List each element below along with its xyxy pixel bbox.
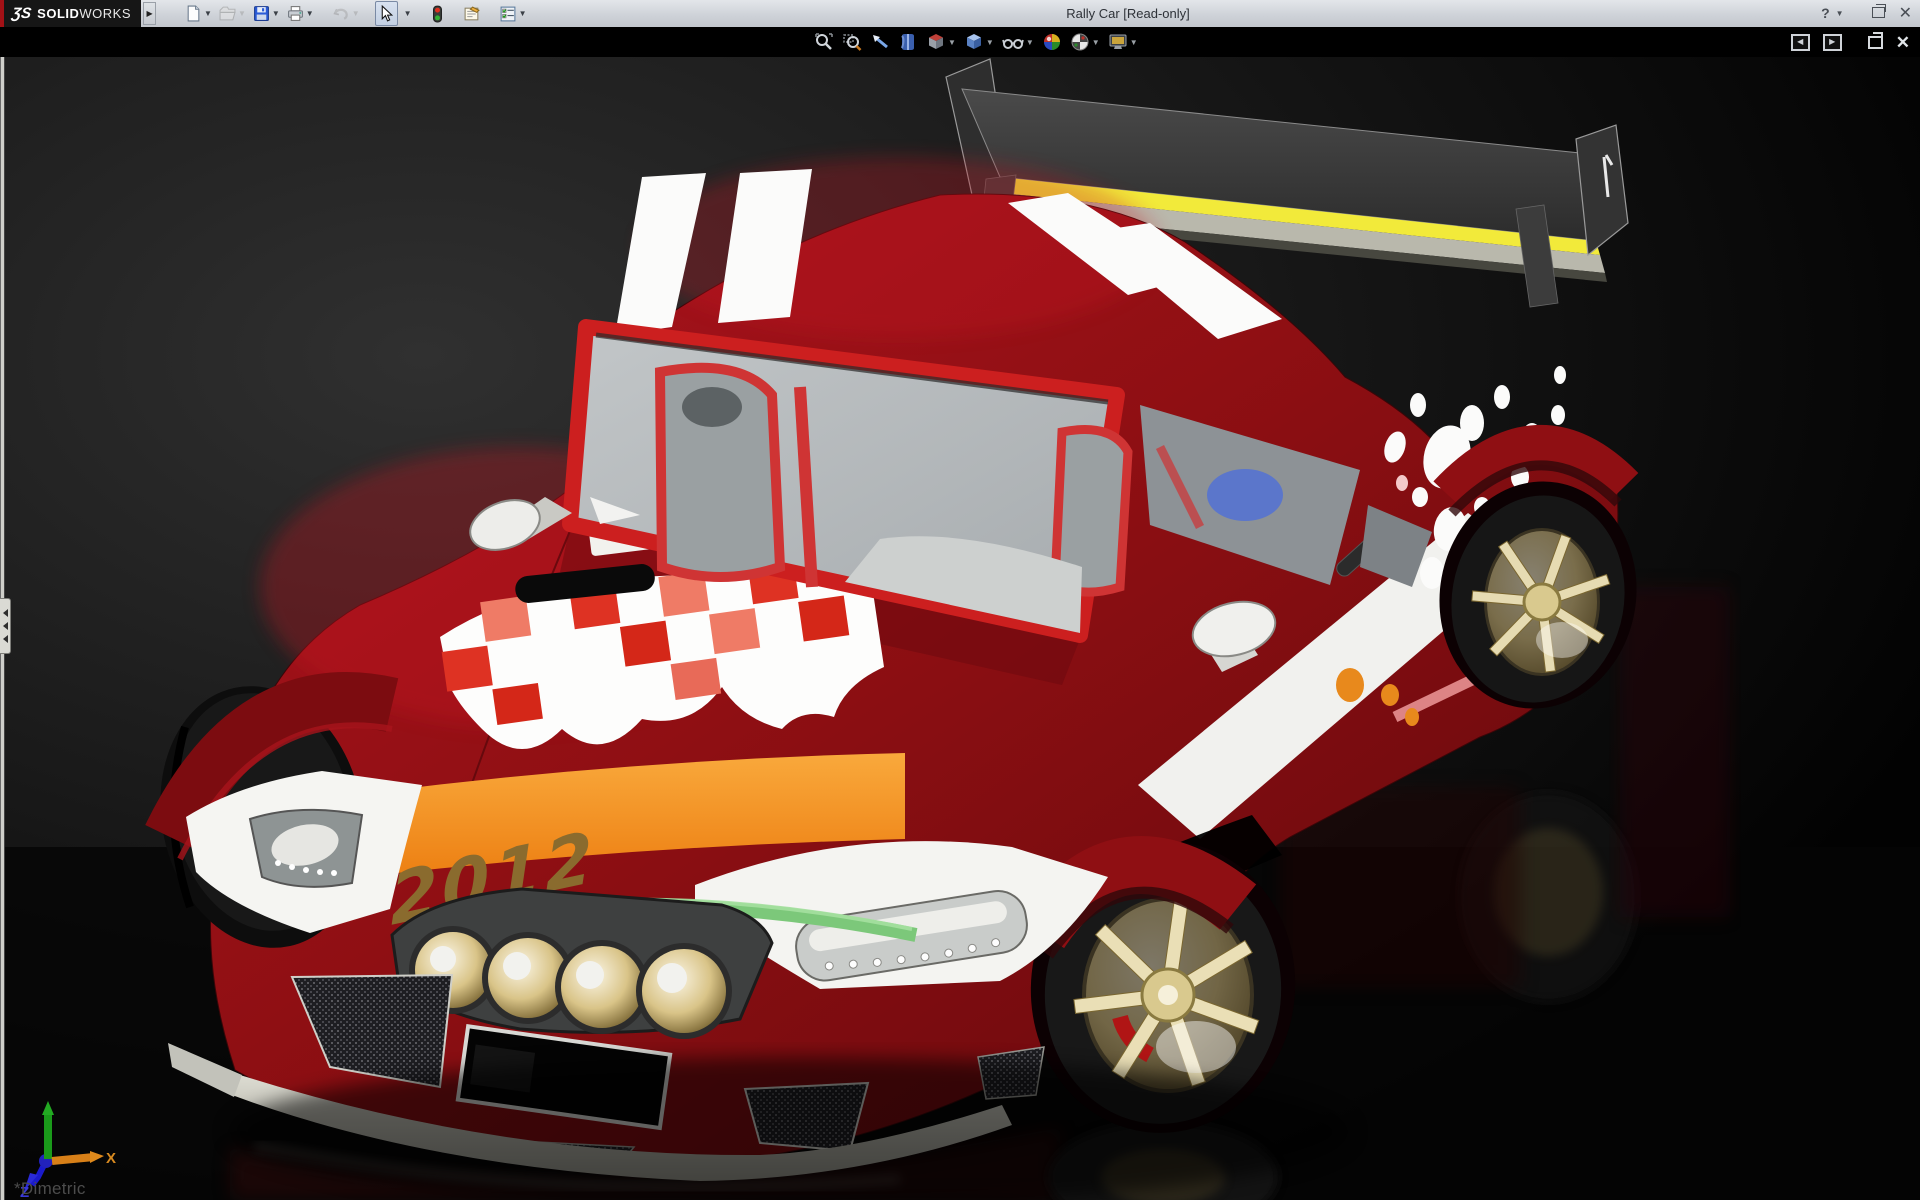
section-cut-icon bbox=[901, 34, 914, 50]
save-dropdown-arrow[interactable]: ▼ bbox=[272, 9, 280, 18]
undo-arrow-icon bbox=[333, 8, 348, 20]
pane-back-button[interactable]: ◀ bbox=[1790, 33, 1810, 51]
apply-scene-button[interactable]: ▼ bbox=[1068, 31, 1102, 53]
collapse-arrow-icon bbox=[2, 622, 8, 630]
new-document-icon bbox=[187, 5, 200, 22]
scene-3d[interactable]: 2012 bbox=[0, 27, 1920, 1200]
zoom-to-area-button[interactable] bbox=[840, 31, 864, 53]
help-button[interactable]: ? bbox=[1821, 0, 1830, 27]
display-style-button[interactable]: ▼ bbox=[962, 31, 996, 53]
open-folder-icon bbox=[219, 6, 236, 21]
undo-dropdown-arrow[interactable]: ▼ bbox=[352, 9, 360, 18]
open-button[interactable]: ▼ bbox=[216, 1, 249, 26]
view-settings-dropdown-arrow[interactable]: ▼ bbox=[1130, 38, 1138, 47]
restore-button[interactable] bbox=[1871, 0, 1886, 27]
pane-forward-button[interactable]: ▶ bbox=[1822, 33, 1842, 51]
view-orientation-label: *Dimetric bbox=[14, 1179, 86, 1198]
doc-close-button[interactable]: ✕ bbox=[1896, 34, 1910, 51]
window-controls: ? ▼ ✕ bbox=[1821, 0, 1912, 27]
view-orientation-button[interactable]: ▼ bbox=[924, 31, 958, 53]
orientation-cube-icon bbox=[929, 34, 943, 49]
toolbar-flyout-arrow[interactable]: ▶ bbox=[143, 2, 157, 25]
view-orientation-dropdown-arrow[interactable]: ▼ bbox=[948, 38, 956, 47]
select-dropdown-arrow[interactable]: ▼ bbox=[404, 9, 412, 18]
standard-toolbar: ▼ ▼ ▼ ▼ ▼ ▼ ▼ bbox=[182, 1, 529, 26]
help-dropdown-arrow[interactable]: ▼ bbox=[1836, 9, 1844, 18]
collapsed-pane-tab[interactable] bbox=[0, 598, 11, 654]
traffic-light-icon bbox=[432, 5, 442, 22]
zoom-to-fit-button[interactable] bbox=[812, 31, 836, 53]
doc-restore-button[interactable] bbox=[1867, 30, 1883, 54]
brand-3ds-glyph: ƷS bbox=[10, 5, 33, 22]
open-dropdown-arrow[interactable]: ▼ bbox=[238, 9, 246, 18]
close-button[interactable]: ✕ bbox=[1899, 0, 1912, 27]
edit-appearance-button[interactable] bbox=[1040, 31, 1064, 53]
graphics-viewport[interactable]: 2012 ▼ ▼ ▼ ▼ ▼ ◀ ▶ ✕ X Z *Dimetric bbox=[0, 27, 1920, 1200]
headsup-view-toolbar: ▼ ▼ ▼ ▼ ▼ bbox=[812, 29, 1140, 55]
triad-x-label: X bbox=[106, 1150, 116, 1167]
car-shadow bbox=[230, 1057, 1350, 1200]
options-button[interactable]: ▼ bbox=[496, 1, 530, 26]
triad-x-axis bbox=[51, 1153, 95, 1165]
solidworks-logo: ƷS SOLID WORKS bbox=[0, 0, 142, 27]
brand-name-rest: WORKS bbox=[79, 6, 132, 21]
document-window-controls: ◀ ▶ ✕ bbox=[1790, 30, 1910, 54]
brand-red-strip bbox=[0, 0, 4, 27]
previous-view-button[interactable] bbox=[868, 31, 892, 53]
collapse-arrow-icon bbox=[2, 635, 8, 643]
save-button[interactable]: ▼ bbox=[250, 1, 283, 26]
select-button[interactable] bbox=[374, 1, 398, 26]
hide-show-items-button[interactable]: ▼ bbox=[1000, 31, 1036, 53]
printer-icon bbox=[287, 6, 303, 21]
title-bar: ƷS SOLID WORKS ▶ ▼ ▼ ▼ ▼ ▼ ▼ ▼ Rally Car… bbox=[0, 0, 1920, 28]
note-pencil-icon bbox=[464, 5, 480, 20]
hide-show-dropdown-arrow[interactable]: ▼ bbox=[1026, 38, 1034, 47]
cursor-arrow-icon bbox=[381, 5, 393, 22]
document-window-strip: ▼ ▼ ▼ ▼ ▼ ◀ ▶ ✕ bbox=[0, 27, 1920, 57]
file-properties-button[interactable] bbox=[460, 1, 484, 26]
floppy-disk-icon bbox=[253, 6, 269, 21]
new-dropdown-arrow[interactable]: ▼ bbox=[204, 9, 212, 18]
undo-button[interactable]: ▼ bbox=[329, 1, 363, 26]
eyeglasses-icon bbox=[1002, 39, 1024, 49]
magnifier-area-icon bbox=[843, 34, 862, 51]
print-button[interactable]: ▼ bbox=[284, 1, 317, 26]
checkered-sphere-icon bbox=[1071, 33, 1089, 51]
select-dropdown[interactable]: ▼ bbox=[399, 1, 415, 26]
apply-scene-dropdown-arrow[interactable]: ▼ bbox=[1092, 38, 1100, 47]
new-button[interactable]: ▼ bbox=[182, 1, 215, 26]
monitor-icon bbox=[1109, 34, 1127, 49]
brand-name-bold: SOLID bbox=[37, 6, 80, 21]
magnifier-fit-icon bbox=[815, 33, 833, 50]
color-sphere-icon bbox=[1043, 34, 1060, 50]
section-view-button[interactable] bbox=[896, 31, 920, 53]
view-settings-button[interactable]: ▼ bbox=[1106, 31, 1140, 53]
checklist-icon bbox=[500, 6, 515, 21]
print-dropdown-arrow[interactable]: ▼ bbox=[306, 9, 314, 18]
options-dropdown-arrow[interactable]: ▼ bbox=[519, 9, 527, 18]
headlight-left bbox=[248, 808, 364, 888]
rebuild-button[interactable] bbox=[427, 1, 448, 26]
shaded-cube-icon bbox=[966, 34, 981, 49]
display-style-dropdown-arrow[interactable]: ▼ bbox=[986, 38, 994, 47]
back-arrow-wand-icon bbox=[873, 35, 888, 49]
window-title: Rally Car [Read-only] bbox=[1066, 6, 1190, 21]
collapse-arrow-icon bbox=[2, 609, 8, 617]
